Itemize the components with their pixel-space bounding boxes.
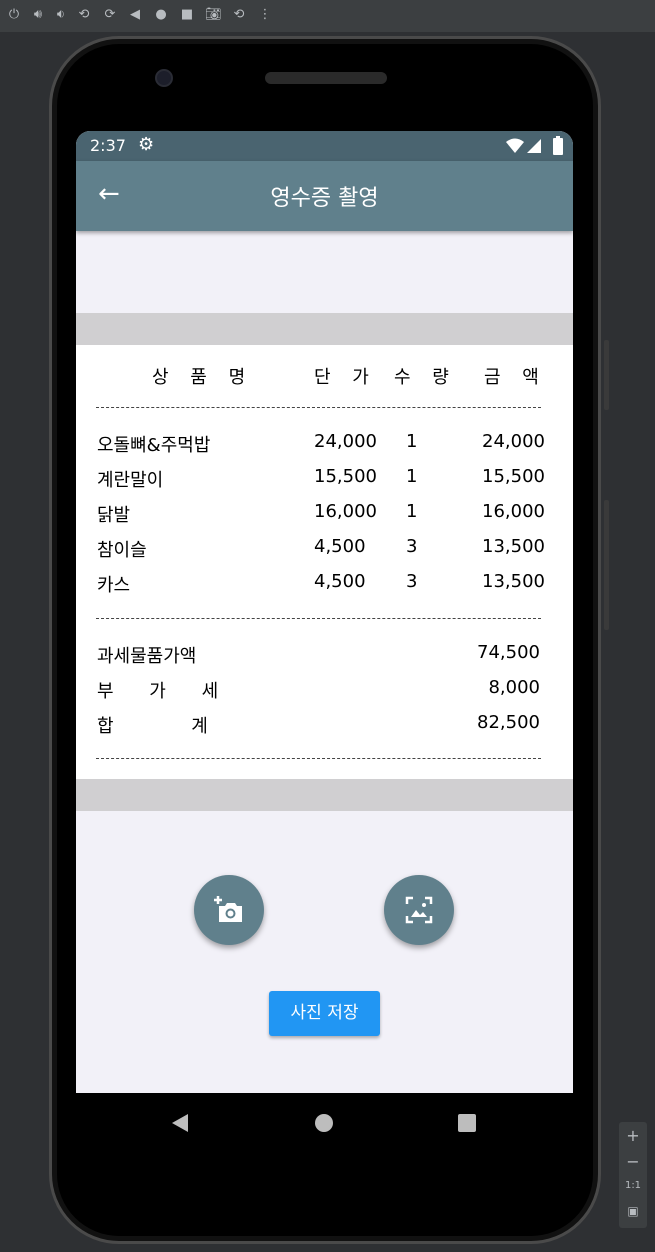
pick-from-gallery-button[interactable] xyxy=(384,875,454,945)
zoom-panel: + − 1:1 ▣ xyxy=(619,1122,647,1228)
snapshot-icon[interactable]: ⟲ xyxy=(231,7,247,23)
receipt-image: 상 품 명 단 가 수 량 금 액 오돌뼈&주먹밥 24,000 1 24,00… xyxy=(76,345,573,779)
receipt-top-band xyxy=(76,313,573,345)
item-qty: 1 xyxy=(406,466,418,487)
summary-value: 74,500 xyxy=(477,642,540,663)
item-name: 닭발 xyxy=(97,505,131,526)
emulator-toolbar: ⏻ 🔊︎ 🔉︎ ⟲ ⟳ ◀ ● ■ 📷︎ ⟲ ⋮ xyxy=(0,0,655,32)
page-title: 영수증 촬영 xyxy=(270,186,379,211)
status-time: 2:37 xyxy=(90,136,126,155)
nav-recents-icon[interactable] xyxy=(458,1114,476,1132)
item-amount: 16,000 xyxy=(482,501,545,522)
add-photo-camera-icon xyxy=(214,896,242,922)
divider xyxy=(96,758,541,759)
zoom-in-icon[interactable]: + xyxy=(619,1126,647,1145)
header-product-name: 상 품 명 xyxy=(152,367,254,388)
item-price: 24,000 xyxy=(314,431,377,452)
item-price: 16,000 xyxy=(314,501,377,522)
power-button xyxy=(604,500,609,630)
nav-home-icon[interactable] xyxy=(314,1113,334,1133)
navigation-bar xyxy=(76,1093,573,1155)
volume-down-icon[interactable]: 🔉︎ xyxy=(53,7,69,23)
header-unit-price: 단 가 xyxy=(314,367,377,388)
receipt-row: 계란말이 15,500 1 15,500 xyxy=(76,466,573,492)
item-amount: 13,500 xyxy=(482,571,545,592)
item-qty: 1 xyxy=(406,431,418,452)
home-icon[interactable]: ● xyxy=(153,7,169,23)
receipt-row: 참이슬 4,500 3 13,500 xyxy=(76,536,573,562)
item-qty: 3 xyxy=(406,536,418,557)
receipt-row: 오돌뼈&주먹밥 24,000 1 24,000 xyxy=(76,431,573,457)
battery-icon xyxy=(553,136,563,155)
screenshot-icon[interactable]: 📷︎ xyxy=(205,7,222,23)
item-price: 4,500 xyxy=(314,536,366,557)
rotate-left-icon[interactable]: ⟲ xyxy=(76,7,92,23)
volume-rocker xyxy=(604,340,609,410)
zoom-actual-size[interactable]: 1:1 xyxy=(619,1180,647,1191)
item-name: 카스 xyxy=(97,575,131,596)
divider xyxy=(96,407,541,408)
summary-label: 과세물품가액 xyxy=(97,646,197,667)
item-price: 15,500 xyxy=(314,466,377,487)
item-amount: 24,000 xyxy=(482,431,545,452)
item-qty: 1 xyxy=(406,501,418,522)
summary-value: 8,000 xyxy=(488,677,540,698)
power-icon[interactable]: ⏻ xyxy=(6,7,22,23)
overview-icon[interactable]: ■ xyxy=(179,7,195,23)
wifi-icon xyxy=(506,138,524,153)
volume-up-icon[interactable]: 🔊︎ xyxy=(30,7,46,23)
item-name: 오돌뼈&주먹밥 xyxy=(97,435,211,456)
item-name: 계란말이 xyxy=(97,470,164,491)
fit-screen-icon[interactable]: ▣ xyxy=(619,1204,647,1218)
item-amount: 15,500 xyxy=(482,466,545,487)
image-gallery-icon xyxy=(405,896,433,924)
more-icon[interactable]: ⋮ xyxy=(257,7,273,23)
summary-label: 부 가 세 xyxy=(97,681,219,702)
receipt-bottom-band xyxy=(76,779,573,811)
item-amount: 13,500 xyxy=(482,536,545,557)
item-qty: 3 xyxy=(406,571,418,592)
device-screen: 2:37 ⚙ ← 영수증 촬영 상 품 명 단 가 수 량 금 액 오돌뼈&주먹… xyxy=(76,131,573,1093)
header-amount: 금 액 xyxy=(484,367,547,388)
back-icon[interactable]: ◀ xyxy=(127,7,143,23)
nav-back-icon[interactable] xyxy=(170,1113,190,1133)
take-photo-button[interactable] xyxy=(194,875,264,945)
receipt-row: 닭발 16,000 1 16,000 xyxy=(76,501,573,527)
item-price: 4,500 xyxy=(314,571,366,592)
summary-value: 82,500 xyxy=(477,712,540,733)
summary-label: 합 계 xyxy=(97,716,208,737)
rotate-right-icon[interactable]: ⟳ xyxy=(102,7,118,23)
zoom-out-icon[interactable]: − xyxy=(619,1152,647,1171)
front-camera xyxy=(155,69,173,87)
app-bar: ← 영수증 촬영 xyxy=(76,161,573,231)
divider xyxy=(96,618,541,619)
signal-icon xyxy=(527,139,541,153)
save-photo-button[interactable]: 사진 저장 xyxy=(269,991,380,1036)
earpiece-speaker xyxy=(265,72,387,84)
item-name: 참이슬 xyxy=(97,540,147,561)
receipt-row: 카스 4,500 3 13,500 xyxy=(76,571,573,597)
status-bar: 2:37 ⚙ xyxy=(76,131,573,161)
header-quantity: 수 량 xyxy=(394,367,457,388)
settings-gear-icon: ⚙ xyxy=(138,134,155,155)
